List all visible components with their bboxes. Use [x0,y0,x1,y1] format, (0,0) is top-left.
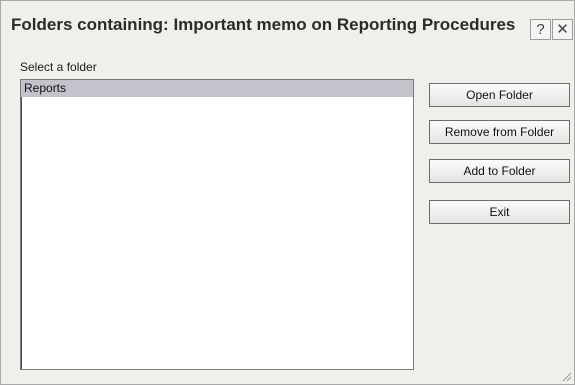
remove-from-folder-button[interactable]: Remove from Folder [429,120,570,144]
list-item-reports[interactable]: Reports [21,80,413,97]
close-button[interactable]: ✕ [552,19,573,40]
folder-list[interactable]: Reports [20,79,414,370]
add-to-folder-button[interactable]: Add to Folder [429,159,570,183]
resize-grip-icon[interactable] [560,370,572,382]
help-button[interactable]: ? [530,19,551,40]
exit-button[interactable]: Exit [429,200,570,224]
select-folder-label: Select a folder [20,60,97,74]
dialog-title: Folders containing: Important memo on Re… [11,15,516,34]
close-icon: ✕ [556,21,569,38]
folders-dialog: Folders containing: Important memo on Re… [0,0,575,385]
open-folder-button[interactable]: Open Folder [429,83,570,107]
title-bar: Folders containing: Important memo on Re… [1,1,574,49]
help-icon: ? [536,21,545,38]
